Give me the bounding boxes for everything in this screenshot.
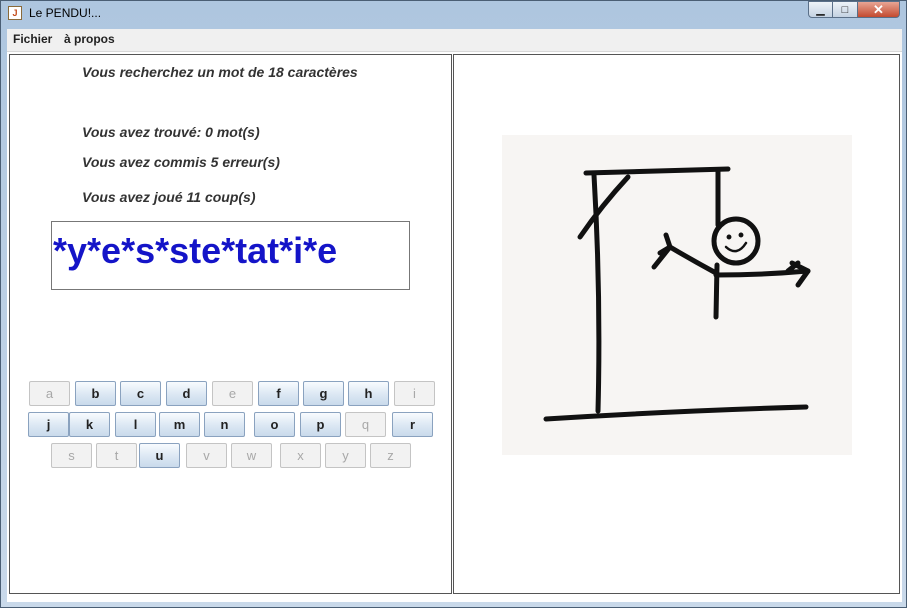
- minimize-button[interactable]: ▁: [808, 1, 833, 18]
- close-icon: ✕: [873, 1, 884, 17]
- close-button[interactable]: ✕: [858, 1, 900, 18]
- key-z[interactable]: z: [370, 443, 411, 468]
- key-w[interactable]: w: [231, 443, 272, 468]
- word-length-label: Vous recherchez un mot de 18 caractères: [82, 64, 358, 80]
- key-e[interactable]: e: [212, 381, 253, 406]
- key-a[interactable]: a: [29, 381, 70, 406]
- title-bar[interactable]: J Le PENDU!... ▁ □ ✕: [1, 1, 906, 28]
- key-c[interactable]: c: [120, 381, 161, 406]
- window-title: Le PENDU!...: [29, 6, 102, 20]
- client-area: Vous recherchez un mot de 18 caractères …: [7, 52, 902, 602]
- key-j[interactable]: j: [28, 412, 69, 437]
- moves-label: Vous avez joué 11 coup(s): [82, 189, 256, 205]
- hangman-hand-left: [651, 232, 673, 270]
- key-i[interactable]: i: [394, 381, 435, 406]
- key-d[interactable]: d: [166, 381, 207, 406]
- key-n[interactable]: n: [204, 412, 245, 437]
- key-b[interactable]: b: [75, 381, 116, 406]
- hangman-head: [711, 216, 761, 266]
- hangman-arm-left: [667, 244, 719, 276]
- key-x[interactable]: x: [280, 443, 321, 468]
- key-g[interactable]: g: [303, 381, 344, 406]
- gallows-base: [543, 404, 809, 422]
- menu-a-propos[interactable]: à propos: [64, 32, 115, 46]
- key-q[interactable]: q: [345, 412, 386, 437]
- key-k[interactable]: k: [69, 412, 110, 437]
- hangman-smile: [724, 241, 748, 253]
- key-u[interactable]: u: [139, 443, 180, 468]
- menu-bar: Fichier à propos: [7, 29, 902, 52]
- hangman-eye-left: [726, 234, 732, 240]
- word-display: *y*e*s*ste*tat*i*e: [51, 221, 410, 290]
- key-p[interactable]: p: [300, 412, 341, 437]
- window-controls: ▁ □ ✕: [808, 1, 900, 19]
- key-f[interactable]: f: [258, 381, 299, 406]
- key-y[interactable]: y: [325, 443, 366, 468]
- key-m[interactable]: m: [159, 412, 200, 437]
- hangman-arm-right: [713, 268, 811, 278]
- java-icon: J: [8, 6, 22, 20]
- key-v[interactable]: v: [186, 443, 227, 468]
- maximize-button[interactable]: □: [833, 1, 858, 18]
- hangman-eye-right: [738, 232, 744, 238]
- words-found-label: Vous avez trouvé: 0 mot(s): [82, 124, 260, 140]
- key-s[interactable]: s: [51, 443, 92, 468]
- masked-word: *y*e*s*ste*tat*i*e: [53, 230, 338, 271]
- errors-label: Vous avez commis 5 erreur(s): [82, 154, 280, 170]
- gallows-brace: [577, 174, 631, 240]
- maximize-icon: □: [841, 3, 849, 16]
- key-o[interactable]: o: [254, 412, 295, 437]
- hangman-svg: [543, 166, 811, 422]
- minimize-icon: ▁: [816, 4, 825, 16]
- menu-fichier[interactable]: Fichier: [13, 32, 52, 46]
- app-window: J Le PENDU!... ▁ □ ✕ Fichier à propos Vo…: [0, 0, 907, 608]
- gallows-beam: [583, 166, 731, 176]
- key-t[interactable]: t: [96, 443, 137, 468]
- hangman-panel: [453, 54, 900, 594]
- game-panel: Vous recherchez un mot de 18 caractères …: [9, 54, 452, 594]
- hangman-drawing: [502, 135, 852, 455]
- key-r[interactable]: r: [392, 412, 433, 437]
- key-l[interactable]: l: [115, 412, 156, 437]
- key-h[interactable]: h: [348, 381, 389, 406]
